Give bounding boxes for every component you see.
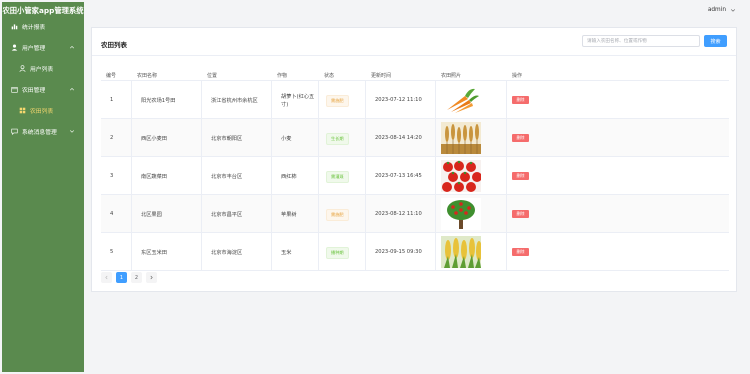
cell-crop: 胡萝卜(红心五寸) bbox=[281, 94, 315, 108]
corn-photo bbox=[441, 236, 481, 268]
table-row: 5 东区玉米田 北京市海淀区 玉米 播种期 2023-09-15 09:30 删… bbox=[101, 233, 729, 271]
sidebar-item-label: 用户列表 bbox=[30, 67, 54, 73]
chevron-down-icon bbox=[69, 128, 75, 134]
cell-crop: 玉米 bbox=[281, 250, 292, 256]
search-input[interactable] bbox=[582, 35, 700, 47]
cell-name: 北区果园 bbox=[141, 212, 162, 218]
chevron-up-icon bbox=[69, 44, 75, 50]
cell-location: 北京市丰台区 bbox=[211, 174, 243, 180]
column-header: 更新时间 bbox=[371, 73, 392, 79]
page-title: 农田列表 bbox=[101, 41, 127, 49]
column-header: 农田名称 bbox=[137, 73, 158, 79]
prev-page-button[interactable] bbox=[101, 272, 112, 283]
cell-crop: 西红柿 bbox=[281, 174, 297, 180]
page-button[interactable]: 1 bbox=[116, 272, 127, 283]
cell-id: 4 bbox=[110, 211, 114, 217]
cell-id: 3 bbox=[110, 173, 114, 179]
cell-location: 浙江省杭州市余杭区 bbox=[211, 98, 258, 104]
sidebar-item-stats[interactable]: 统计报表 bbox=[2, 16, 84, 37]
column-header: 编号 bbox=[106, 73, 117, 79]
cell-crop: 苹果树 bbox=[281, 212, 297, 218]
username: admin bbox=[707, 7, 726, 13]
chevron-right-icon bbox=[150, 275, 153, 280]
user-icon bbox=[11, 44, 18, 51]
table-header: 编号 农田名称 位置 作物 状态 更新时间 农田照片 操作 bbox=[101, 68, 729, 81]
table-row: 3 南区蔬菜田 北京市丰台区 西红柿 需灌溉 2023-07-13 16:45 bbox=[101, 157, 729, 195]
cell-time: 2023-07-13 16:45 bbox=[375, 173, 422, 179]
status-badge: 需施肥 bbox=[326, 209, 349, 221]
column-header: 位置 bbox=[207, 73, 218, 79]
sidebar-item-messages[interactable]: 系统消息管理 bbox=[2, 121, 84, 142]
carrot-photo bbox=[441, 84, 481, 116]
cell-location: 北京市海淀区 bbox=[211, 250, 243, 256]
cell-name: 南区蔬菜田 bbox=[141, 174, 167, 180]
column-header: 作物 bbox=[277, 73, 288, 79]
delete-button[interactable]: 删除 bbox=[512, 134, 529, 142]
sidebar-item-label: 统计报表 bbox=[22, 25, 46, 31]
delete-button[interactable]: 删除 bbox=[512, 248, 529, 256]
pagination: 1 2 bbox=[101, 272, 157, 283]
sidebar-item-label: 系统消息管理 bbox=[22, 130, 57, 136]
card-header: 农田列表 搜索 bbox=[92, 28, 736, 56]
status-badge: 需灌溉 bbox=[326, 171, 349, 183]
cell-id: 2 bbox=[110, 135, 114, 141]
app-title: 农田小管家app管理系统 bbox=[2, 6, 84, 15]
sidebar-item-farm-list[interactable]: 农田列表 bbox=[2, 100, 84, 121]
cell-time: 2023-08-12 11:10 bbox=[375, 211, 422, 217]
sidebar: 农田小管家app管理系统 统计报表 用户管理 用户列表 农田管理 农田列表 系统… bbox=[2, 2, 84, 372]
chevron-down-icon bbox=[730, 9, 736, 12]
cell-location: 北京市昌平区 bbox=[211, 212, 243, 218]
apple-tree-photo bbox=[441, 198, 481, 230]
chevron-left-icon bbox=[105, 275, 108, 280]
chat-icon bbox=[11, 128, 18, 135]
cell-time: 2023-07-12 11:10 bbox=[375, 97, 422, 103]
delete-button[interactable]: 删除 bbox=[512, 96, 529, 104]
cell-name: 东区玉米田 bbox=[141, 250, 167, 256]
cell-time: 2023-09-15 09:30 bbox=[375, 249, 422, 255]
sidebar-item-user-list[interactable]: 用户列表 bbox=[2, 58, 84, 79]
next-page-button[interactable] bbox=[146, 272, 157, 283]
user-outline-icon bbox=[19, 65, 26, 72]
cell-name: 阳光农场1号田 bbox=[141, 98, 176, 104]
sidebar-item-label: 农田列表 bbox=[30, 109, 54, 115]
bar-chart-icon bbox=[11, 23, 18, 30]
cell-time: 2023-08-14 14:20 bbox=[375, 135, 422, 141]
table-row: 2 西区小麦田 北京市朝阳区 小麦 生长期 2023-08-14 14:20 删… bbox=[101, 119, 729, 157]
sidebar-item-label: 用户管理 bbox=[22, 46, 46, 52]
sidebar-menu: 统计报表 用户管理 用户列表 农田管理 农田列表 系统消息管理 bbox=[2, 16, 84, 142]
farm-table: 编号 农田名称 位置 作物 状态 更新时间 农田照片 操作 1 阳光农场1号田 … bbox=[101, 68, 729, 271]
status-badge: 播种期 bbox=[326, 247, 349, 259]
search-button[interactable]: 搜索 bbox=[704, 35, 727, 47]
column-header: 操作 bbox=[512, 73, 523, 79]
status-badge: 需施肥 bbox=[326, 95, 349, 107]
sidebar-item-label: 农田管理 bbox=[22, 88, 46, 94]
chevron-up-icon bbox=[69, 86, 75, 92]
topbar: admin bbox=[84, 2, 748, 20]
app-root: 农田小管家app管理系统 统计报表 用户管理 用户列表 农田管理 农田列表 系统… bbox=[0, 0, 750, 374]
page-button[interactable]: 2 bbox=[131, 272, 142, 283]
user-menu[interactable]: admin bbox=[708, 7, 736, 13]
cell-name: 西区小麦田 bbox=[141, 136, 167, 142]
column-header: 状态 bbox=[324, 73, 335, 79]
status-badge: 生长期 bbox=[326, 133, 349, 145]
farm-list-card: 农田列表 搜索 编号 农田名称 位置 作物 状态 更新时间 农田照片 操作 1 … bbox=[91, 27, 737, 292]
column-header: 农田照片 bbox=[441, 73, 462, 79]
cell-id: 5 bbox=[110, 249, 114, 255]
table-row: 1 阳光农场1号田 浙江省杭州市余杭区 胡萝卜(红心五寸) 需施肥 2023-0… bbox=[101, 81, 729, 119]
delete-button[interactable]: 删除 bbox=[512, 172, 529, 180]
sidebar-item-farms[interactable]: 农田管理 bbox=[2, 79, 84, 100]
wheat-photo bbox=[441, 122, 481, 154]
cell-id: 1 bbox=[110, 97, 114, 103]
delete-button[interactable]: 删除 bbox=[512, 210, 529, 218]
grid-icon bbox=[19, 107, 26, 114]
calendar-icon bbox=[11, 86, 18, 93]
table-row: 4 北区果园 北京市昌平区 苹果树 需施肥 2023-08-12 11:10 删… bbox=[101, 195, 729, 233]
cell-crop: 小麦 bbox=[281, 136, 292, 142]
tomato-photo bbox=[441, 160, 481, 192]
cell-location: 北京市朝阳区 bbox=[211, 136, 243, 142]
sidebar-item-users[interactable]: 用户管理 bbox=[2, 37, 84, 58]
